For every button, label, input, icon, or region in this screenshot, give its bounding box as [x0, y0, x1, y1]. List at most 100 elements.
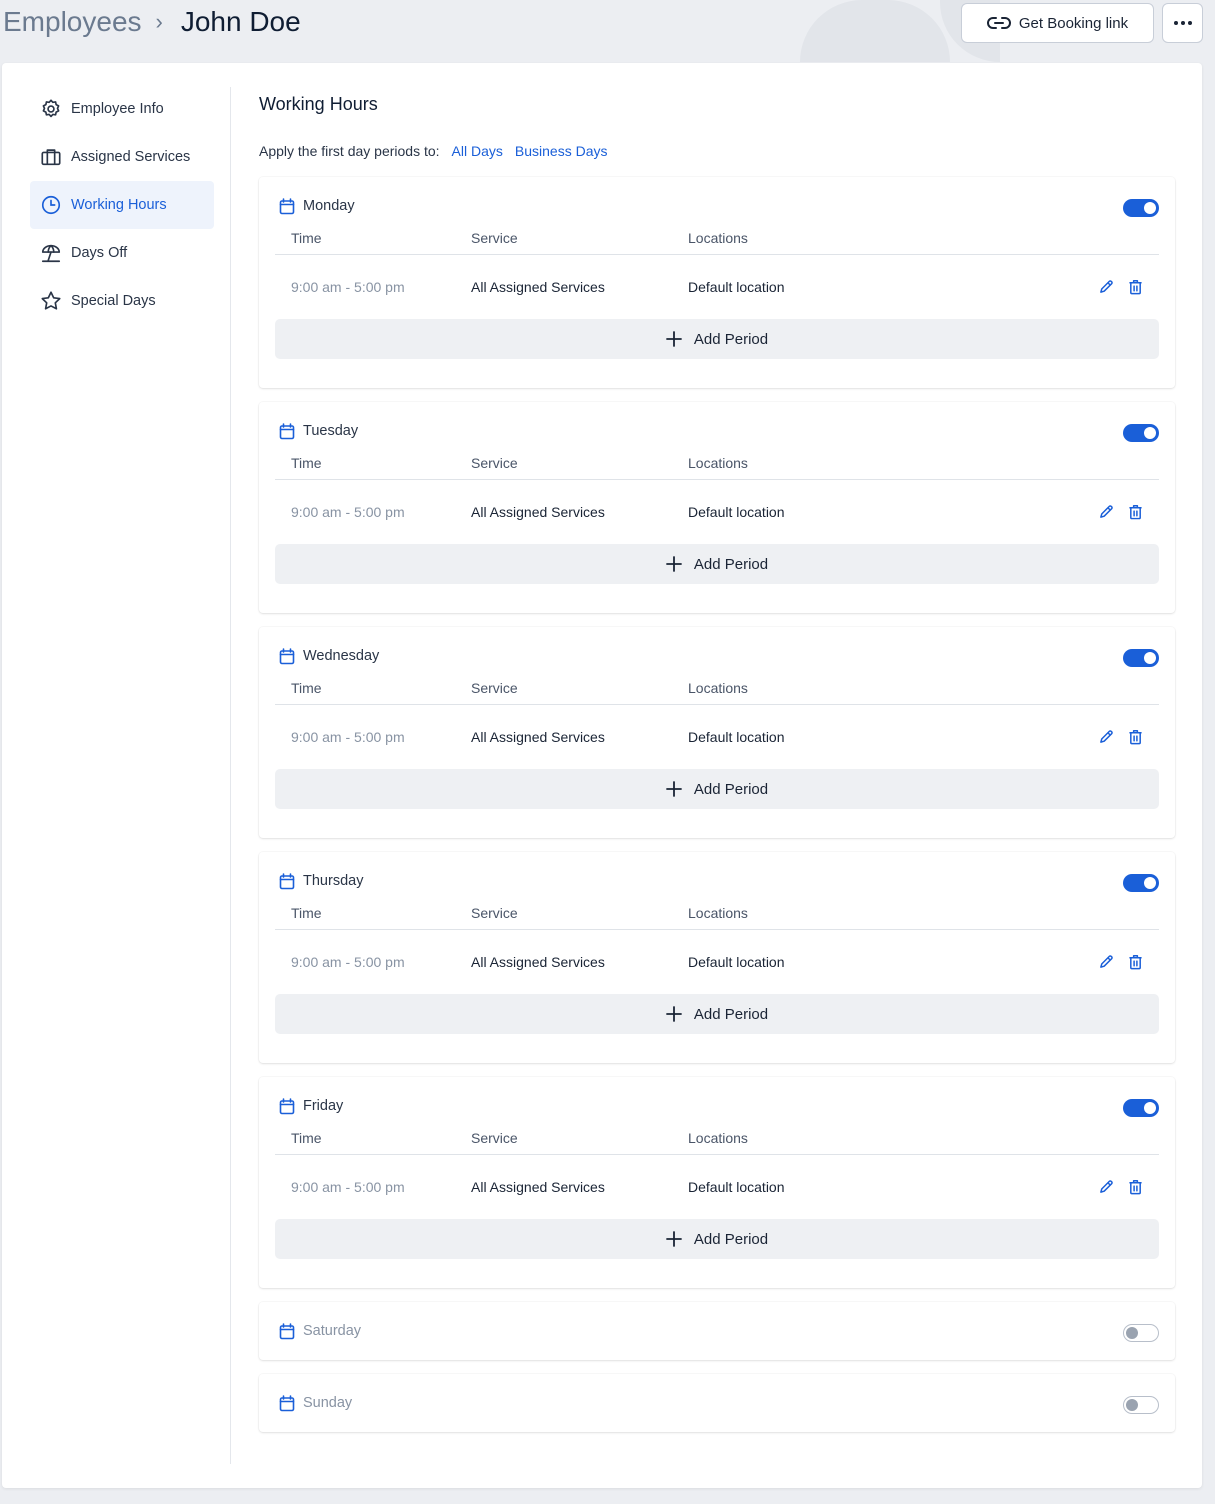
add-period-button[interactable]: Add Period [275, 769, 1159, 809]
calendar-icon [279, 422, 295, 440]
add-period-button[interactable]: Add Period [275, 994, 1159, 1034]
sidebar-item-working-hours[interactable]: Working Hours [30, 181, 214, 229]
toggle-knob [1126, 1399, 1138, 1411]
calendar-icon [279, 197, 295, 215]
sidebar-item-label: Days Off [71, 245, 128, 261]
calendar-icon [279, 1097, 295, 1115]
day-name: Tuesday [303, 423, 359, 439]
edit-pencil-icon[interactable] [1099, 504, 1114, 520]
calendar-icon [279, 1394, 295, 1412]
period-row: 9:00 am - 5:00 pm All Assigned Services … [275, 930, 1159, 994]
toggle-knob [1144, 652, 1156, 664]
clock-icon [40, 194, 71, 216]
period-row: 9:00 am - 5:00 pm All Assigned Services … [275, 255, 1159, 319]
delete-trash-icon[interactable] [1128, 279, 1143, 295]
day-card-wednesday: Wednesday Time Service Locations 9:00 am… [259, 627, 1175, 838]
link-icon [986, 16, 1011, 30]
period-row: 9:00 am - 5:00 pm All Assigned Services … [275, 705, 1159, 769]
add-period-label: Add Period [693, 555, 769, 573]
plus-icon [665, 1231, 682, 1247]
add-period-label: Add Period [693, 330, 769, 348]
apply-periods-row: Apply the first day periods to: All Days… [259, 143, 1175, 161]
period-location: Default location [688, 504, 785, 520]
apply-all-days-link[interactable]: All Days [452, 143, 503, 161]
plus-icon [665, 331, 682, 347]
sidebar-item-employee-info[interactable]: Employee Info [30, 85, 214, 133]
add-period-button[interactable]: Add Period [275, 319, 1159, 359]
toggle-knob [1144, 427, 1156, 439]
day-name: Saturday [303, 1323, 362, 1339]
sidebar: Employee Info Assigned Services Working … [30, 85, 214, 325]
day-header: Monday [275, 177, 1159, 235]
period-service: All Assigned Services [471, 1179, 605, 1195]
plus-icon [665, 556, 682, 572]
gear-icon [40, 98, 71, 120]
sidebar-item-special-days[interactable]: Special Days [30, 277, 214, 325]
edit-pencil-icon[interactable] [1099, 954, 1114, 970]
more-dots-icon [1173, 21, 1192, 25]
more-options-button[interactable] [1162, 3, 1203, 43]
add-period-button[interactable]: Add Period [275, 1219, 1159, 1259]
day-enabled-toggle[interactable] [1123, 1099, 1159, 1117]
day-card-sunday: Sunday [259, 1374, 1175, 1432]
apply-business-days-link[interactable]: Business Days [515, 143, 608, 161]
delete-trash-icon[interactable] [1128, 504, 1143, 520]
day-enabled-toggle[interactable] [1123, 874, 1159, 892]
sidebar-item-label: Assigned Services [71, 149, 191, 165]
edit-pencil-icon[interactable] [1099, 279, 1114, 295]
day-enabled-toggle[interactable] [1123, 1324, 1159, 1342]
day-name: Monday [303, 198, 355, 214]
day-enabled-toggle[interactable] [1123, 649, 1159, 667]
period-actions [1099, 729, 1143, 745]
day-enabled-toggle[interactable] [1123, 1396, 1159, 1414]
day-card-thursday: Thursday Time Service Locations 9:00 am … [259, 852, 1175, 1063]
delete-trash-icon[interactable] [1128, 954, 1143, 970]
sidebar-item-assigned-services[interactable]: Assigned Services [30, 133, 214, 181]
day-enabled-toggle[interactable] [1123, 424, 1159, 442]
sidebar-item-label: Working Hours [71, 197, 167, 213]
toggle-knob [1144, 1102, 1156, 1114]
period-actions [1099, 504, 1143, 520]
briefcase-icon [40, 146, 71, 168]
sidebar-item-label: Employee Info [71, 101, 164, 117]
get-booking-link-label: Get Booking link [1018, 14, 1129, 32]
edit-pencil-icon[interactable] [1099, 729, 1114, 745]
period-service: All Assigned Services [471, 279, 605, 295]
day-header: Friday [275, 1077, 1159, 1135]
breadcrumb-employees-link[interactable]: Employees [3, 6, 142, 38]
toggle-knob [1144, 877, 1156, 889]
day-name: Thursday [303, 873, 364, 889]
period-actions [1099, 954, 1143, 970]
period-location: Default location [688, 954, 785, 970]
period-location: Default location [688, 1179, 785, 1195]
calendar-icon [279, 1322, 295, 1340]
page-header: Employees › John Doe Get Booking link [0, 0, 1215, 62]
page-title: John Doe [180, 6, 301, 37]
period-actions [1099, 1179, 1143, 1195]
plus-icon [665, 1006, 682, 1022]
day-card-friday: Friday Time Service Locations 9:00 am - … [259, 1077, 1175, 1288]
get-booking-link-button[interactable]: Get Booking link [961, 3, 1154, 43]
day-name: Friday [303, 1098, 344, 1114]
add-period-button[interactable]: Add Period [275, 544, 1159, 584]
edit-pencil-icon[interactable] [1099, 1179, 1114, 1195]
breadcrumb-separator: › [155, 9, 163, 34]
employee-card: Employee Info Assigned Services Working … [2, 63, 1202, 1488]
delete-trash-icon[interactable] [1128, 729, 1143, 745]
period-row: 9:00 am - 5:00 pm All Assigned Services … [275, 1155, 1159, 1219]
period-service: All Assigned Services [471, 729, 605, 745]
plus-icon [665, 781, 682, 797]
sidebar-item-label: Special Days [71, 293, 156, 309]
day-enabled-toggle[interactable] [1123, 199, 1159, 217]
period-row: 9:00 am - 5:00 pm All Assigned Services … [275, 480, 1159, 544]
add-period-label: Add Period [693, 1005, 769, 1023]
period-service: All Assigned Services [471, 954, 605, 970]
toggle-knob [1126, 1327, 1138, 1339]
day-card-tuesday: Tuesday Time Service Locations 9:00 am -… [259, 402, 1175, 613]
apply-periods-label: Apply the first day periods to: [259, 143, 440, 159]
sidebar-item-days-off[interactable]: Days Off [30, 229, 214, 277]
delete-trash-icon[interactable] [1128, 1179, 1143, 1195]
calendar-icon [279, 647, 295, 665]
star-icon [40, 290, 71, 312]
period-service: All Assigned Services [471, 504, 605, 520]
